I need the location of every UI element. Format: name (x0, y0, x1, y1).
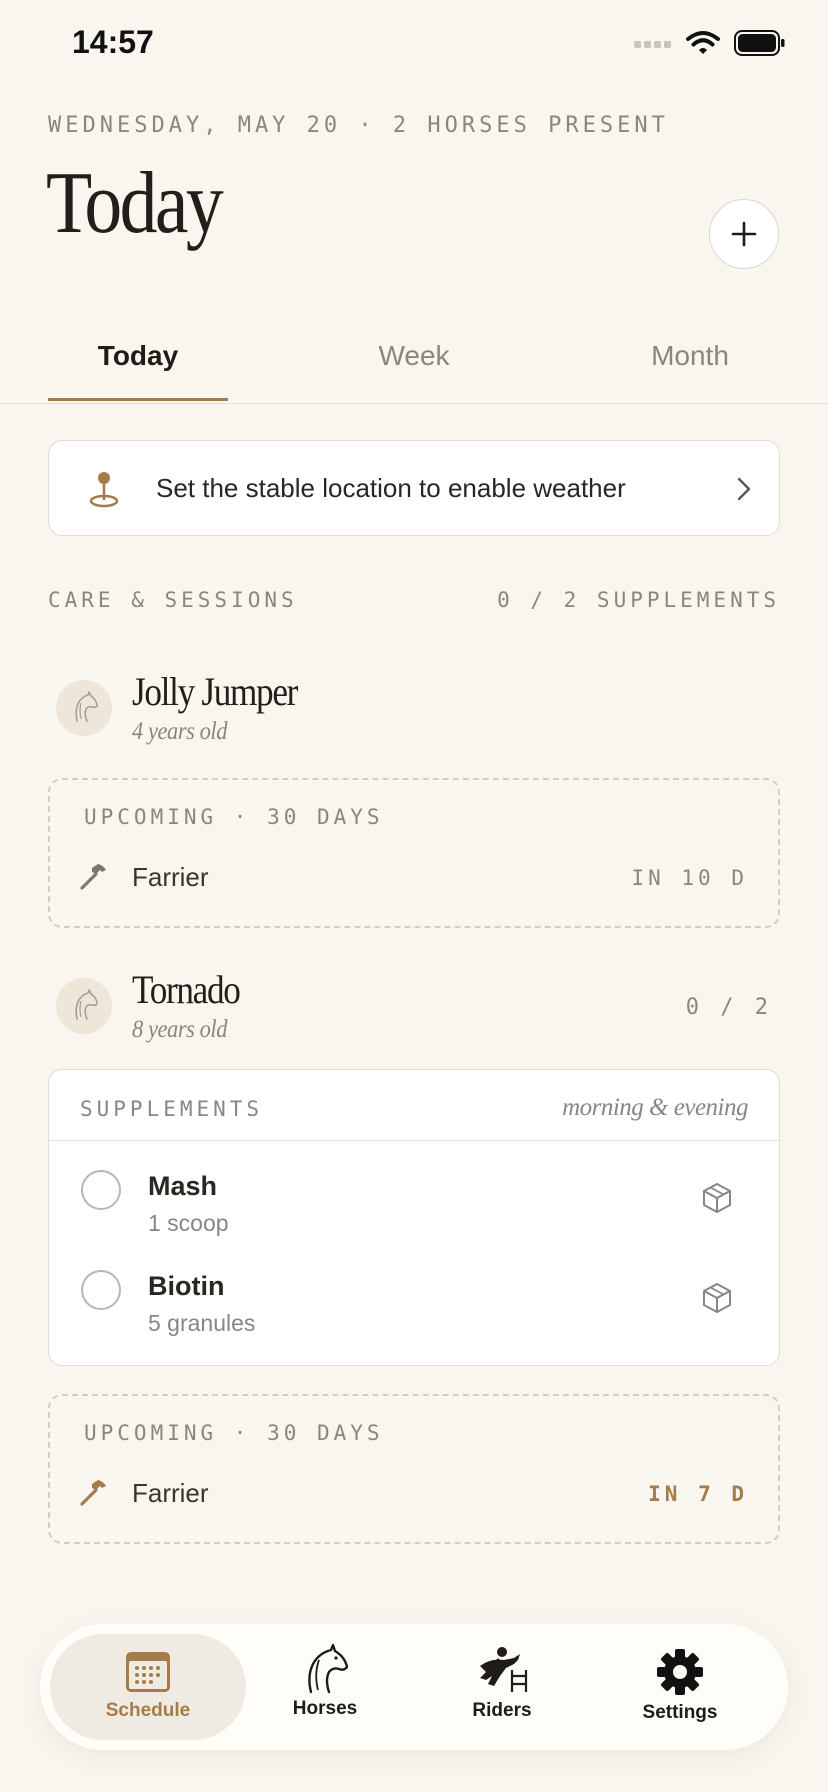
upcoming-item: Farrier (132, 862, 209, 892)
horse-avatar[interactable] (56, 680, 112, 736)
add-button[interactable] (709, 199, 779, 269)
nav-item-riders[interactable]: Riders (422, 1646, 582, 1722)
horse-age: 4 years old (132, 718, 228, 745)
plus-icon (731, 221, 757, 247)
location-prompt-text: Set the stable location to enable weathe… (156, 473, 626, 503)
section-title: CARE & SESSIONS (48, 588, 298, 612)
tab-month[interactable]: Month (600, 340, 780, 372)
nav-item-schedule[interactable]: Schedule (68, 1650, 228, 1722)
supplement-count: 0 / 2 (685, 995, 772, 1020)
wifi-icon (686, 31, 720, 54)
upcoming-due: IN 7 D (648, 1482, 748, 1506)
supplement-name: Biotin (148, 1271, 225, 1301)
map-pin-icon (89, 472, 119, 508)
calendar-icon (126, 1652, 170, 1692)
package-icon[interactable] (702, 1282, 732, 1314)
status-time: 14:57 (72, 24, 154, 60)
nav-item-horses[interactable]: Horses (245, 1644, 405, 1720)
nav-item-settings[interactable]: Settings (600, 1648, 760, 1724)
upcoming-title: UPCOMING · 30 DAYS (84, 1421, 384, 1445)
status-icons (634, 30, 786, 56)
chevron-right-icon (737, 477, 751, 501)
upcoming-card (48, 778, 780, 928)
supplements-divider (49, 1140, 779, 1141)
nav-label: Horses (292, 1698, 358, 1719)
horse-name[interactable]: Jolly Jumper (132, 668, 298, 715)
supplement-dose: 1 scoop (148, 1210, 229, 1236)
horse-avatar[interactable] (56, 978, 112, 1034)
upcoming-card (48, 1394, 780, 1544)
hammer-icon (80, 1480, 106, 1506)
nav-label: Riders (472, 1700, 532, 1721)
tab-today[interactable]: Today (48, 340, 228, 372)
tab-week[interactable]: Week (324, 340, 504, 372)
horse-age: 8 years old (132, 1016, 228, 1043)
supplements-summary: 0 / 2 SUPPLEMENTS (497, 588, 780, 612)
signal-icon (634, 41, 671, 48)
nav-label: Schedule (105, 1700, 191, 1721)
upcoming-title: UPCOMING · 30 DAYS (84, 805, 384, 829)
horse-head-icon (75, 989, 98, 1020)
package-icon[interactable] (702, 1182, 732, 1214)
supplements-time: morning & evening (562, 1094, 748, 1121)
rider-jumping-icon (480, 1647, 528, 1692)
upcoming-item: Farrier (132, 1478, 209, 1508)
battery-icon (734, 30, 785, 56)
supplements-title: SUPPLEMENTS (80, 1097, 264, 1121)
upcoming-due: IN 10 D (631, 866, 748, 890)
supplement-dose: 5 granules (148, 1310, 256, 1336)
horse-head-icon (308, 1644, 349, 1694)
tab-divider (0, 403, 828, 404)
horse-head-icon (75, 691, 98, 722)
nav-label: Settings (642, 1702, 718, 1723)
active-tab-indicator (48, 398, 228, 401)
page-title: Today (46, 155, 224, 252)
date-summary: WEDNESDAY, MAY 20 · 2 HORSES PRESENT (48, 113, 669, 138)
supplement-name: Mash (148, 1171, 218, 1201)
gear-icon (657, 1649, 703, 1695)
supplement-checkbox[interactable] (81, 1170, 121, 1210)
supplement-checkbox[interactable] (81, 1270, 121, 1310)
hammer-icon (80, 864, 106, 890)
horse-name[interactable]: Tornado (132, 966, 241, 1013)
